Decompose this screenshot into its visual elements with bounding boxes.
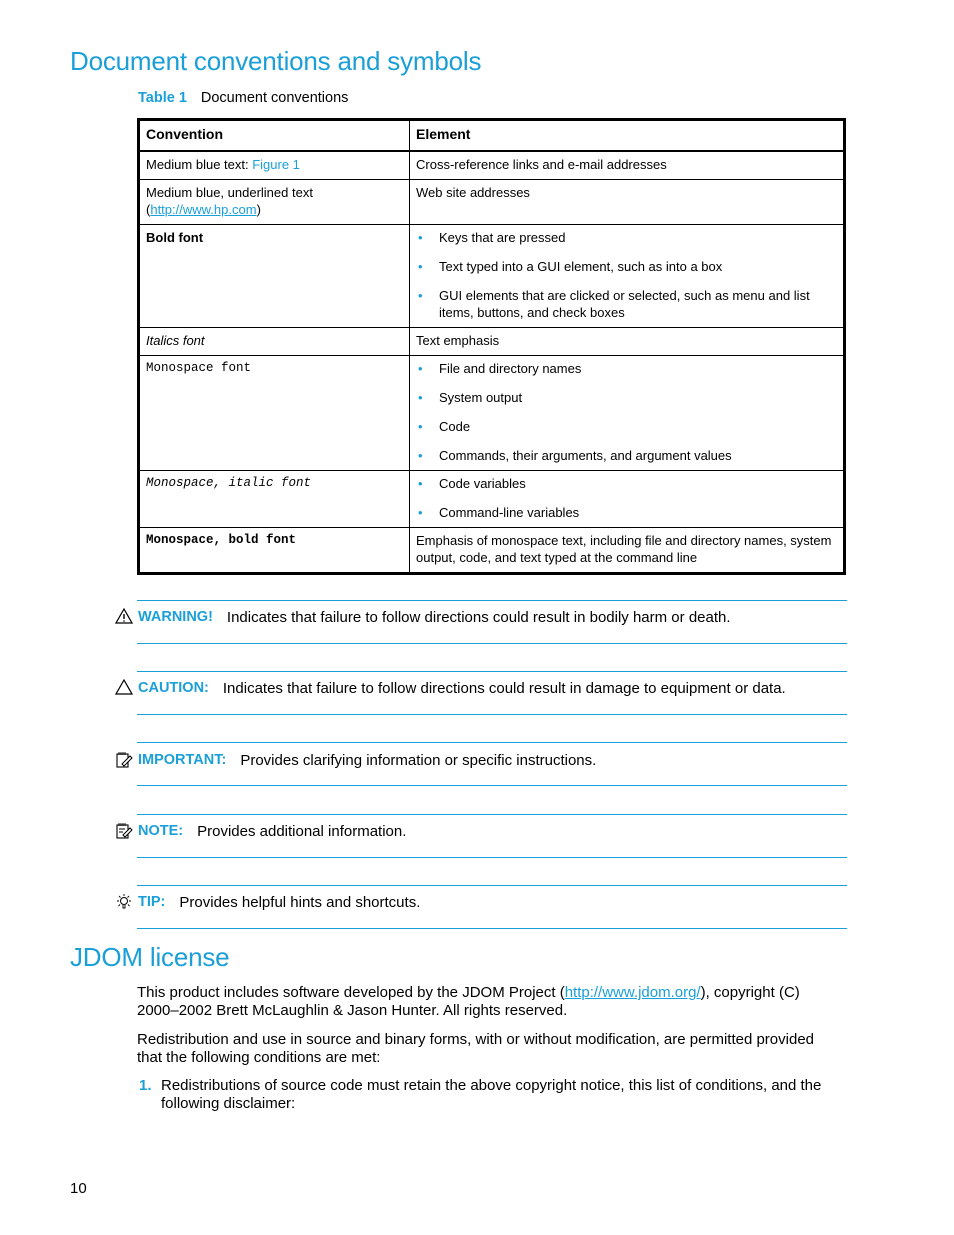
element-cell: • Keys that are pressed • Text typed into …	[409, 224, 845, 328]
jdom-list-item: 1. Redistributions of source code must re…	[139, 1077, 861, 1113]
convention-cell: Medium blue text: Figure 1	[138, 150, 410, 180]
table-row: Monospace, italic font • Code variables •…	[138, 470, 845, 528]
page-number: 10	[70, 1180, 87, 1197]
element-cell: • File and directory names • System output…	[409, 355, 845, 471]
section-title-jdom: JDOM license	[70, 942, 230, 972]
important-notice: IMPORTANT: Provides clarifying informati…	[115, 751, 596, 769]
list-item-text: Commands, their arguments, and argument …	[439, 448, 732, 463]
list-item-text: Redistributions of source code must reta…	[161, 1077, 822, 1112]
convention-text: Medium blue, underlined text	[146, 185, 313, 200]
convention-cell: Monospace font	[138, 355, 410, 471]
caution-notice: CAUTION: Indicates that failure to follo…	[114, 678, 786, 697]
jdom-link[interactable]: http://www.jdom.org/	[565, 984, 701, 1001]
important-icon	[115, 751, 135, 769]
list-item: • Commands, their arguments, and argument…	[416, 447, 837, 464]
tip-tag: TIP:	[138, 894, 166, 910]
convention-text: Medium blue text:	[146, 157, 253, 172]
table-row: Monospace, bold font Emphasis of monospa…	[138, 527, 845, 574]
list-item: • Text typed into a GUI element, such as …	[416, 258, 837, 275]
warning-text: Indicates that failure to follow directi…	[226, 608, 731, 626]
element-cell: Web site addresses	[409, 179, 845, 225]
list-item-text: Code	[439, 419, 471, 434]
jdom-paragraph-1: This product includes software developed…	[137, 984, 837, 1020]
header-element: Element	[409, 119, 845, 152]
tip-text: Provides helpful hints and shortcuts.	[179, 893, 421, 911]
list-item-text: File and directory names	[439, 361, 582, 376]
caution-tag: CAUTION:	[138, 680, 209, 696]
header-convention: Convention	[138, 119, 410, 152]
list-item: • File and directory names	[416, 360, 837, 377]
figure-link[interactable]: Figure 1	[252, 157, 300, 172]
list-item: • System output	[416, 389, 837, 406]
list-item-text: GUI elements that are clicked or selecte…	[439, 288, 810, 320]
bullet-icon: •	[418, 448, 423, 463]
convention-cell: Monospace, bold font	[138, 527, 410, 574]
note-notice: NOTE: Provides additional information.	[115, 822, 406, 840]
bullet-icon: •	[418, 476, 423, 491]
convention-cell: Bold font	[138, 224, 410, 328]
important-text: Provides clarifying information or speci…	[240, 751, 597, 769]
list-item: • GUI elements that are clicked or select…	[416, 287, 837, 321]
bullet-icon: •	[418, 390, 423, 405]
element-cell: Emphasis of monospace text, including fi…	[409, 527, 845, 574]
list-number: 1.	[139, 1077, 152, 1094]
table-row: Italics font Text emphasis	[138, 327, 845, 356]
convention-cell: Medium blue, underlined text (http://www.…	[138, 179, 410, 225]
bullet-icon: •	[418, 230, 423, 245]
important-tag: IMPORTANT:	[138, 752, 227, 768]
warning-notice: WARNING! Indicates that failure to follo…	[114, 607, 731, 626]
element-cell: Cross-reference links and e-mail address…	[409, 150, 845, 180]
hp-link[interactable]: http://www.hp.com	[150, 202, 256, 217]
bullet-icon: •	[418, 288, 423, 303]
section-title-conventions: Document conventions and symbols	[70, 46, 482, 76]
table-row: Bold font • Keys that are pressed • Text t…	[138, 224, 845, 328]
list-item-text: Text typed into a GUI element, such as i…	[439, 259, 723, 274]
para-text: This product includes software developed…	[137, 984, 565, 1001]
note-tag: NOTE:	[138, 823, 184, 839]
note-text: Provides additional information.	[197, 822, 407, 840]
element-cell: • Code variables • Command-line variables	[409, 470, 845, 528]
table-caption-label: Table 1	[138, 90, 187, 106]
warning-icon	[114, 607, 135, 626]
conventions-table: Convention Element Medium blue text: Fig…	[137, 118, 846, 575]
list-item: • Keys that are pressed	[416, 229, 837, 246]
list-item: • Code variables	[416, 475, 837, 492]
convention-cell: Italics font	[138, 327, 410, 356]
list-item-text: Keys that are pressed	[439, 230, 566, 245]
table-caption: Table 1 Document conventions	[138, 90, 348, 106]
tip-icon	[115, 893, 135, 911]
table-row: Medium blue text: Figure 1 Cross-referen…	[138, 150, 845, 180]
bullet-icon: •	[418, 259, 423, 274]
table-row: Medium blue, underlined text (http://www.…	[138, 179, 845, 225]
table-row: Monospace font • File and directory names…	[138, 355, 845, 471]
table-header-row: Convention Element	[138, 119, 845, 152]
table-caption-text: Document conventions	[200, 90, 349, 106]
list-item-text: Command-line variables	[439, 505, 580, 520]
list-item: • Command-line variables	[416, 504, 837, 521]
caution-text: Indicates that failure to follow directi…	[222, 679, 786, 697]
bullet-icon: •	[418, 505, 423, 520]
list-item-text: System output	[439, 390, 523, 405]
list-item: • Code	[416, 418, 837, 435]
caution-icon	[114, 678, 135, 697]
bullet-icon: •	[418, 419, 423, 434]
list-item-text: Code variables	[439, 476, 526, 491]
element-cell: Text emphasis	[409, 327, 845, 356]
bullet-icon: •	[418, 361, 423, 376]
note-icon	[115, 822, 135, 840]
jdom-paragraph-2: Redistribution and use in source and bin…	[137, 1031, 815, 1066]
tip-notice: TIP: Provides helpful hints and shortcut…	[115, 893, 420, 911]
warning-tag: WARNING!	[138, 609, 213, 625]
convention-cell: Monospace, italic font	[138, 470, 410, 528]
